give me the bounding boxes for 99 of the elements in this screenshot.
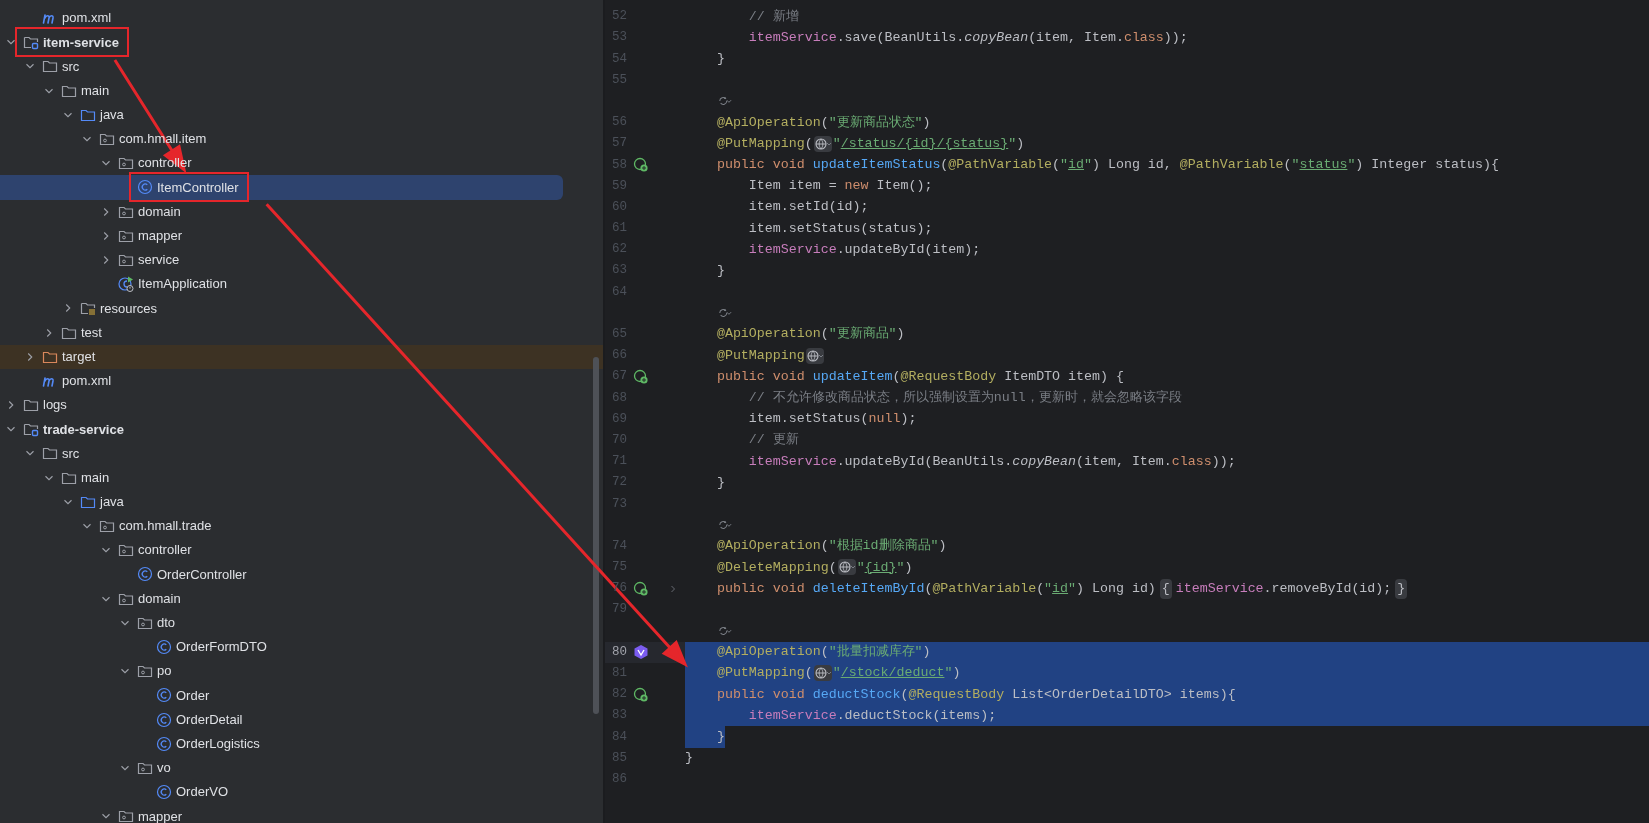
tree-item-label[interactable]: src	[62, 443, 80, 464]
code-text: @PutMapping	[716, 346, 805, 365]
tree-item-label[interactable]: OrderVO	[176, 782, 228, 802]
tree-item-label[interactable]: mapper	[138, 226, 183, 246]
globe-icon[interactable]	[813, 665, 832, 682]
code-text: }	[716, 473, 725, 492]
tree-item-label[interactable]: resources	[100, 298, 158, 319]
tree-item-label[interactable]: ItemController	[157, 177, 239, 198]
code-text: item.setStatus(null);	[748, 410, 917, 429]
endpoint-gutter-icon[interactable]	[633, 686, 649, 703]
tree-item-label[interactable]: mapper	[138, 806, 183, 823]
package-folder-icon	[137, 663, 153, 680]
class-icon	[156, 687, 172, 704]
class-icon	[137, 179, 153, 196]
package-folder-icon	[99, 518, 115, 535]
tree-item-label[interactable]: trade-service	[43, 419, 124, 440]
code-text: // 不允许修改商品状态，所以强制设置为null，更新时，就会忽略该字段	[748, 389, 1182, 407]
code-text: @PutMapping(	[716, 134, 813, 153]
class-icon	[156, 711, 172, 728]
folder-icon	[23, 397, 39, 414]
code-text: itemService.save(BeanUtils.copyBean(item, Item.class));	[748, 28, 1188, 47]
endpoint-gutter-icon[interactable]	[633, 580, 649, 597]
tree-item-label[interactable]: java	[100, 492, 124, 512]
code-text: Item item = new Item();	[748, 177, 933, 196]
code-text: @ApiOperation("批量扣减库存")	[716, 643, 931, 662]
folded-brace[interactable]: {	[1159, 578, 1172, 599]
tree-item-label[interactable]: domain	[138, 201, 181, 222]
excluded-row[interactable]: target	[0, 344, 603, 369]
code-text: public void updateItem(@RequestBody ItemDTO item) {	[716, 367, 1124, 386]
tree-item-label[interactable]: item-service	[43, 32, 119, 53]
code-text: itemService.removeById(id);	[1175, 579, 1392, 598]
code-text: // 更新	[748, 431, 799, 450]
folder-icon	[42, 58, 58, 75]
code-text: @ApiOperation("更新商品")	[716, 325, 905, 344]
code-text: @ApiOperation("更新商品状态")	[716, 113, 931, 132]
code-text: // 新增	[748, 7, 799, 26]
scrollbar-thumb[interactable]	[593, 357, 599, 714]
code-text: @ApiOperation("根据id删除商品")	[716, 537, 947, 556]
code-text: }	[685, 749, 693, 768]
tree-item-label[interactable]: OrderController	[157, 564, 247, 585]
tree-item-label[interactable]: main	[81, 467, 110, 488]
selected-row[interactable]: ItemController	[0, 175, 563, 200]
code-text: itemService.deductStock(items);	[748, 706, 997, 725]
application-class-icon	[118, 276, 134, 293]
code-text: }	[716, 728, 725, 746]
code-text: @PutMapping(	[716, 664, 813, 683]
tree-item-label[interactable]: main	[81, 80, 110, 101]
class-icon	[156, 784, 172, 801]
implementation-gutter-icon[interactable]	[633, 644, 649, 661]
code-text: item.setId(id);	[748, 198, 869, 217]
endpoint-gutter-icon[interactable]	[633, 368, 649, 385]
package-folder-icon	[118, 808, 134, 823]
tree-item-label[interactable]: po	[157, 661, 172, 681]
code-text: }	[716, 261, 725, 280]
tree-item-label[interactable]: pom.xml	[62, 8, 112, 28]
tree-item-label[interactable]: OrderFormDTO	[176, 637, 267, 657]
tree-item-label[interactable]: target	[62, 346, 96, 367]
code-text: item.setStatus(status);	[748, 219, 933, 238]
globe-icon[interactable]	[813, 135, 832, 152]
folded-brace[interactable]: }	[1395, 578, 1408, 599]
tree-item-label[interactable]: java	[100, 105, 124, 125]
module-folder-icon	[23, 34, 39, 51]
code-text: itemService.updateById(item);	[748, 240, 981, 259]
package-folder-icon	[99, 131, 115, 148]
tree-item-label[interactable]: domain	[138, 588, 181, 609]
package-folder-icon	[118, 155, 134, 172]
tree-item-label[interactable]: ItemApplication	[138, 274, 227, 294]
code-text: public void deleteItemById(@PathVariable("id") Long id)	[716, 579, 1156, 598]
endpoint-gutter-icon[interactable]	[633, 156, 649, 173]
tree-item-label[interactable]: OrderLogistics	[176, 733, 260, 754]
tree-item-label[interactable]: src	[62, 56, 80, 77]
code-text: "{id}")	[856, 558, 913, 577]
package-folder-icon	[118, 542, 134, 559]
tree-item-label[interactable]: logs	[43, 395, 67, 415]
module-folder-icon	[23, 421, 39, 438]
code-text: public void updateItemStatus(@PathVariable("id") Long id, @PathVariable("status") Integer status){	[716, 155, 1499, 174]
code-text: }	[716, 50, 725, 68]
tree-item-label[interactable]: pom.xml	[62, 371, 112, 391]
code-text: "/status/{id}/{status}")	[832, 134, 1025, 153]
tree-item-label[interactable]: controller	[138, 540, 192, 560]
class-icon	[137, 566, 153, 583]
resources-folder-icon	[80, 300, 96, 317]
tree-item-label[interactable]: com.hmall.trade	[119, 516, 212, 536]
tree-item-label[interactable]: OrderDetail	[176, 709, 243, 730]
tree-item-label[interactable]: test	[81, 322, 102, 343]
code-text: public void deductStock(@RequestBody List<OrderDetailDTO> items){	[716, 685, 1236, 704]
tree-item-label[interactable]: dto	[157, 613, 176, 633]
globe-icon[interactable]	[805, 347, 824, 364]
class-icon	[156, 735, 172, 752]
class-icon	[156, 638, 172, 655]
code-text: "/stock/deduct")	[832, 664, 961, 683]
tree-item-label[interactable]: vo	[157, 758, 171, 778]
code-text: @DeleteMapping(	[716, 558, 837, 577]
code-text: itemService.updateById(BeanUtils.copyBean(item, Item.class));	[748, 452, 1236, 471]
folder-icon	[42, 445, 58, 462]
tree-item-label[interactable]: service	[138, 250, 180, 270]
line-number: 80	[611, 643, 627, 661]
tree-item-label[interactable]: Order	[176, 685, 210, 706]
globe-icon[interactable]	[837, 559, 856, 576]
